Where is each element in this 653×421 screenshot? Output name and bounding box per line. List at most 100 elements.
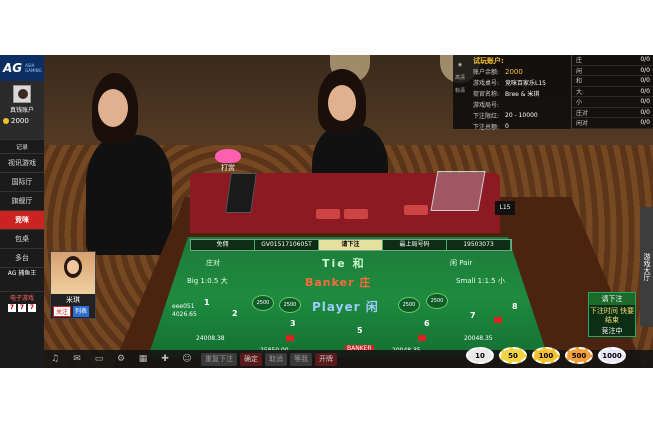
felt-bar-cell: 19503073 (447, 240, 511, 250)
gear-icon[interactable]: ⚙ (110, 354, 132, 364)
odds-value: 0/0 (640, 66, 650, 74)
confirm-button[interactable]: 确定 (240, 352, 262, 366)
odds-name: 庄对 (576, 109, 589, 117)
seat-number: 1 (204, 298, 210, 307)
odds-name: 大 (576, 88, 583, 96)
wait-button[interactable]: 等我 (290, 352, 312, 366)
odds-name: 闲对 (576, 120, 589, 128)
chip-100[interactable]: 100 (532, 347, 560, 364)
odds-row: 和 0/0 (572, 76, 653, 87)
list-button[interactable]: 列表 (73, 306, 90, 317)
chip-500[interactable]: 500 (565, 347, 593, 364)
player-zone[interactable]: Player 闲 (312, 298, 379, 315)
big-zone[interactable]: Big 1:0.5 大 (187, 276, 228, 286)
seat-marker[interactable]: 2500 (426, 293, 448, 309)
slot-symbol: 7 (28, 304, 36, 312)
info-key: 游戏局号: (473, 102, 500, 109)
wifi-icon: ◉ (457, 62, 463, 68)
slots-label: 电子游戏 (9, 295, 34, 302)
logo-subtext: ASIA GAMING (25, 63, 42, 73)
chip-1000[interactable]: 1000 (598, 347, 626, 364)
card-box (344, 209, 368, 219)
chat-icon[interactable]: ✉ (66, 354, 88, 364)
info-key: 下注总额: (473, 124, 500, 131)
avatar (13, 85, 31, 103)
dealer-left-body (86, 135, 172, 255)
lobby-tab[interactable]: 游戏大厅 (640, 207, 653, 327)
odds-name: 庄 (576, 57, 583, 65)
bet-status-panel: 请下注 下注时间 快要结束 竞注中 (588, 292, 636, 337)
card-box (404, 205, 428, 215)
odds-row: 闲对 0/0 (572, 118, 653, 129)
sidebar-item-fishing[interactable]: AG 捕鱼王 (0, 267, 44, 291)
game-info-panel: ◉ 高清 标清 试玩账户: 账户余额: 2000 游戏桌号: 竞咪百家乐L15 荷官… (453, 55, 653, 131)
player-pair-zone[interactable]: 闲 Pair (450, 258, 472, 268)
account-balance-value: 2000 (11, 117, 29, 125)
seat-number: 5 (357, 326, 363, 335)
user-icon[interactable]: ☺ (176, 354, 198, 364)
hd-option[interactable]: 高清 (453, 72, 467, 85)
bet-marker (418, 335, 426, 341)
odds-table: 庄 0/0 闲 0/0 和 0/0 大 0/0 小 0/0 庄对 0/0 闲对 0/0 (571, 55, 653, 129)
small-zone[interactable]: Small 1:1.5 小 (456, 276, 505, 286)
account-card[interactable]: 真钱账户 2000 (0, 81, 44, 139)
sidebar-item-records[interactable]: 记录 (0, 139, 44, 153)
heart-icon (215, 149, 241, 163)
odds-row: 庄 0/0 (572, 55, 653, 66)
brand-logo[interactable]: AG ASIA GAMING (0, 55, 44, 81)
sidebar-item-squeeze[interactable]: 竞咪 (0, 210, 44, 229)
sd-option[interactable]: 标清 (453, 85, 467, 98)
add-user-icon[interactable]: ✚ (154, 354, 176, 364)
chip-50[interactable]: 50 (499, 347, 527, 364)
coin-icon (3, 118, 9, 124)
seat-stat: 24008.38 (196, 335, 225, 342)
table-icon[interactable]: ▦ (132, 354, 154, 364)
cancel-button[interactable]: 取消 (265, 352, 287, 366)
odds-name: 小 (576, 99, 583, 107)
seat-number: 6 (424, 319, 430, 328)
seat-marker[interactable]: 2500 (252, 295, 274, 311)
sidebar-item-slots[interactable]: 电子游戏 777 (0, 291, 44, 315)
dealer-left-face (98, 89, 128, 127)
seat-stat: 4026.65 (172, 311, 197, 318)
game-stage: L15 免佣 GV0151710605T 请下注 最上局号码 19503073 … (0, 55, 653, 368)
tip-label: 打赏 (221, 164, 235, 172)
chip-10[interactable]: 10 (466, 347, 494, 364)
dealer-actions: 关注 列表 (51, 305, 95, 318)
open-cards-button[interactable]: 开牌 (315, 352, 337, 366)
music-icon[interactable]: ♫ (44, 354, 66, 364)
slot-symbol: 7 (8, 304, 16, 312)
sidebar-item-private-table[interactable]: 包桌 (0, 229, 44, 248)
seat-number: 2 (232, 309, 238, 318)
seat-marker[interactable]: 2500 (279, 297, 301, 313)
bet-status-title: 请下注 (589, 293, 635, 305)
dealer-right-face (328, 85, 356, 121)
sidebar-item-live-games[interactable]: 视讯游戏 (0, 153, 44, 172)
dealer-card: 米琪 关注 列表 (50, 251, 96, 319)
table-number-plate: L15 (495, 201, 515, 215)
odds-name: 闲 (576, 67, 583, 75)
bet-marker (494, 317, 502, 323)
odds-value: 0/0 (640, 77, 650, 85)
banker-pair-zone[interactable]: 庄对 (206, 258, 220, 268)
dealer-name: 米琪 (66, 296, 80, 304)
seat-stat: 20048.35 (464, 335, 493, 342)
tie-zone[interactable]: Tie 和 (322, 255, 366, 271)
quality-switch: ◉ 高清 标清 (453, 59, 467, 98)
sidebar-item-international[interactable]: 国际厅 (0, 172, 44, 191)
sidebar-item-multi-table[interactable]: 多台 (0, 248, 44, 267)
account-label: 真钱账户 (9, 107, 34, 114)
odds-value: 0/0 (640, 108, 650, 116)
card-box (316, 209, 340, 219)
seat-marker[interactable]: 2500 (398, 297, 420, 313)
screen-icon[interactable]: ▭ (88, 354, 110, 364)
repeat-bet-button[interactable]: 重复下注 (201, 352, 237, 366)
tip-button[interactable]: 打赏 (215, 149, 241, 172)
felt-status-bar: 免佣 GV0151710605T 请下注 最上局号码 19503073 (190, 239, 512, 251)
info-key: 下注限红: (473, 113, 500, 120)
follow-button[interactable]: 关注 (53, 306, 72, 317)
sidebar-item-flagship[interactable]: 旗舰厅 (0, 191, 44, 210)
felt-bar-cell: 免佣 (191, 240, 255, 250)
banker-zone[interactable]: Banker 庄 (305, 274, 371, 290)
slot-symbols: 777 (0, 303, 44, 312)
